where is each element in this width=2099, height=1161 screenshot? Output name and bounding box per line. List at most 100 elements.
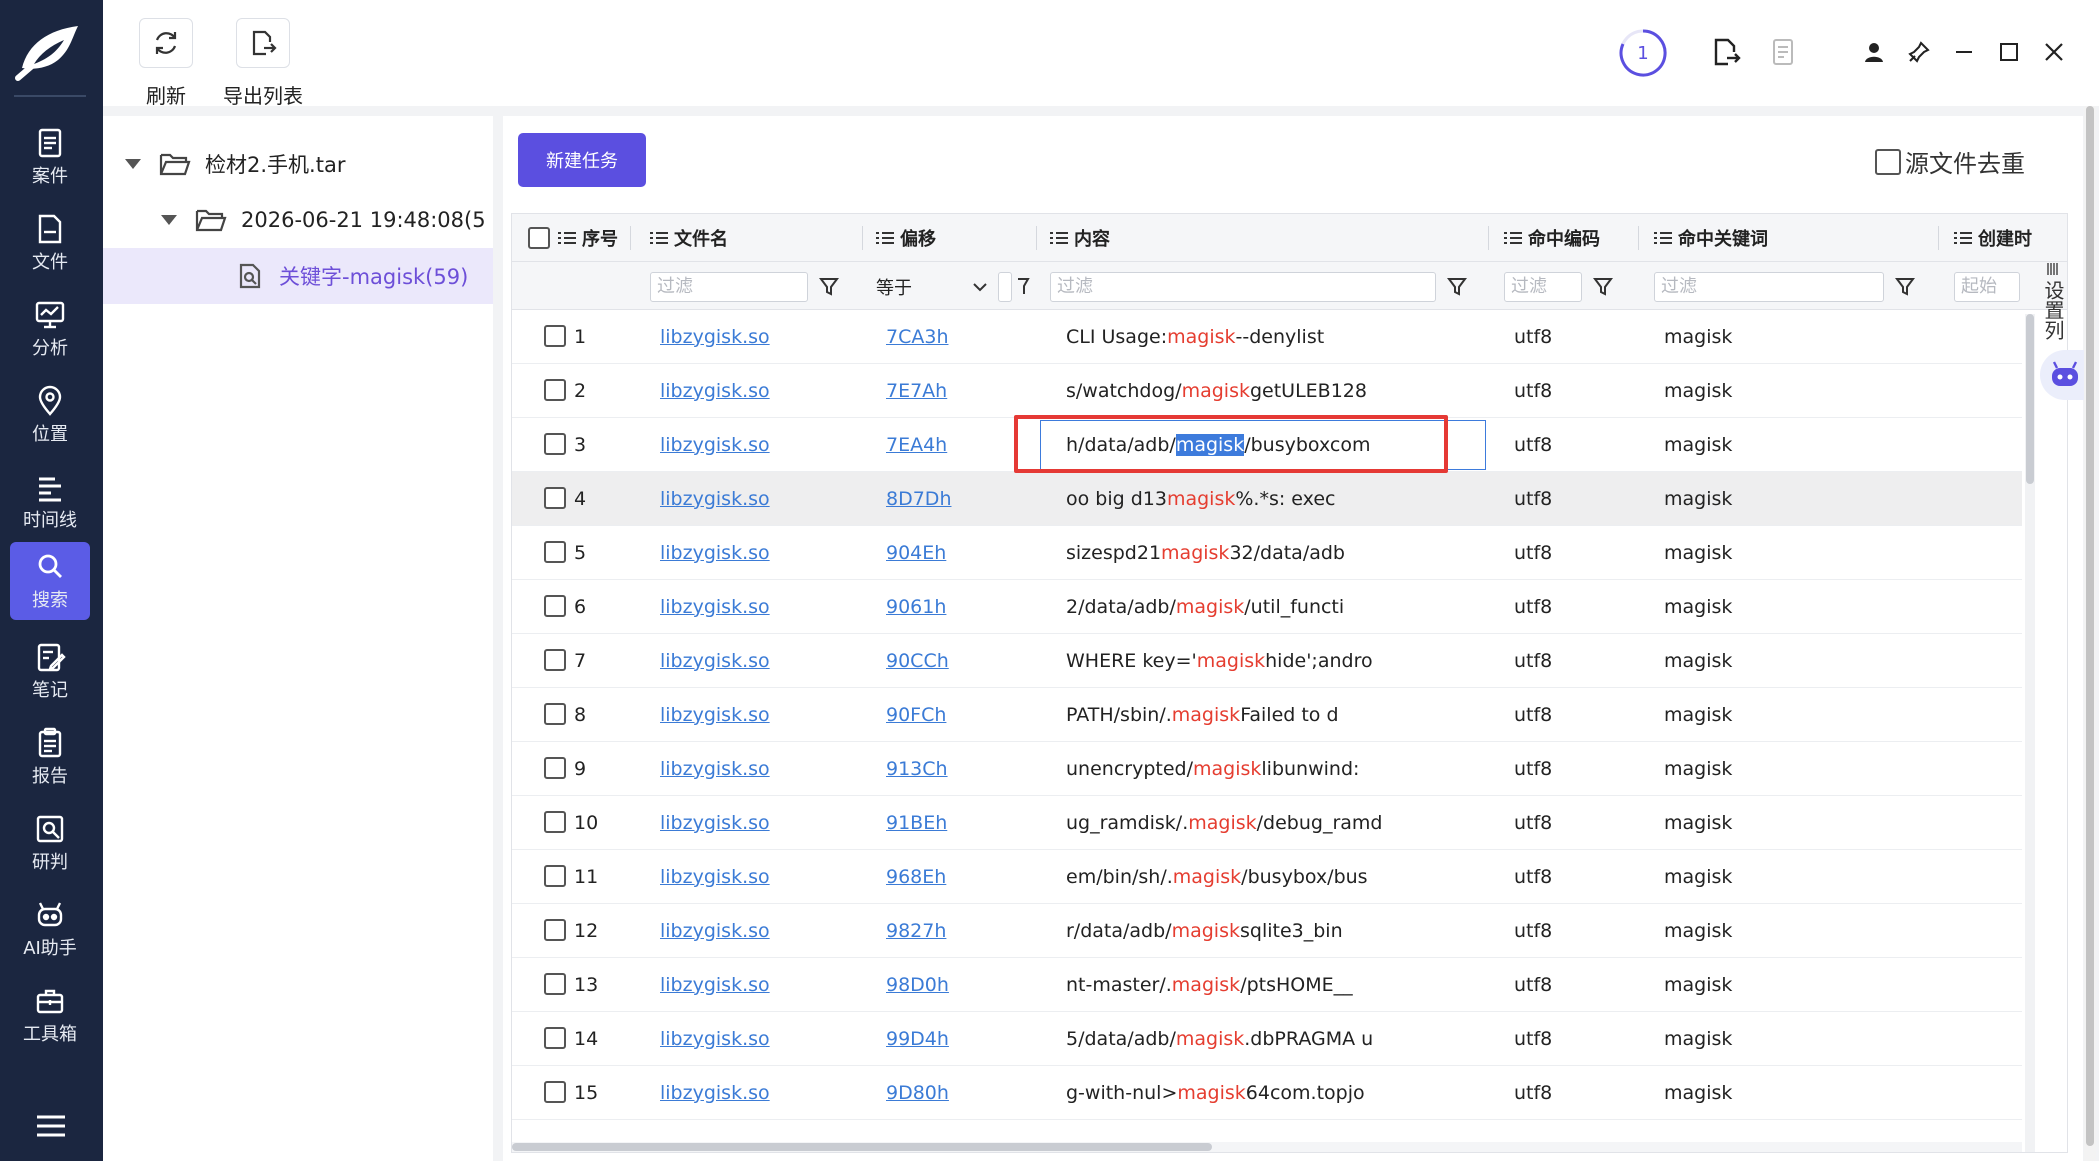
row-checkbox[interactable] [544,973,566,995]
column-header-filename[interactable]: 文件名 [650,214,850,262]
table-row[interactable]: 8 libzygisk.so 90FCh PATH/sbin/. magisk Faile… [512,688,2022,742]
filename-link[interactable]: libzygisk.so [660,1082,770,1104]
expand-caret-icon[interactable] [125,159,141,169]
encoding-filter-input[interactable]: 过滤 [1504,272,1582,302]
offset-link[interactable]: 90FCh [886,704,946,726]
nav-item-report[interactable]: 报告 [10,718,90,796]
column-header-encoding[interactable]: 命中编码 [1504,214,1644,262]
dedupe-checkbox[interactable] [1875,148,1901,175]
column-divider[interactable] [1938,226,1939,250]
column-header-keyword[interactable]: 命中关键词 [1654,214,1874,262]
offset-link[interactable]: 9827h [886,920,946,942]
row-checkbox[interactable] [544,379,566,401]
column-header-content[interactable]: 内容 [1050,214,1450,262]
vertical-scroll-thumb[interactable] [2026,314,2034,484]
row-content[interactable]: oo big d13 magisk %.*s: exec [1066,472,1476,525]
filter-funnel-icon[interactable] [1016,275,1030,297]
column-divider[interactable] [1036,226,1037,250]
new-task-button[interactable]: 新建任务 [518,133,646,187]
table-row[interactable]: 13 libzygisk.so 98D0h nt-master/. magisk/pts… [512,958,2022,1012]
nav-item-toolbox[interactable]: 工具箱 [10,976,90,1054]
row-content[interactable]: em/bin/sh/. magisk/busybox/bus [1066,850,1476,903]
row-content[interactable]: CLI Usage: magisk --denylist [1066,310,1476,363]
nav-item-case[interactable]: 案件 [10,118,90,196]
filename-link[interactable]: libzygisk.so [660,650,770,672]
row-content[interactable]: ug_ramdisk/. magisk/debug_ramd [1066,796,1476,849]
table-row[interactable]: 2 libzygisk.so 7E7Ah s/watchdog/magisk getUL… [512,364,2022,418]
row-checkbox[interactable] [544,811,566,833]
table-row[interactable]: 11 libzygisk.so 968Eh em/bin/sh/. magisk/bus… [512,850,2022,904]
column-divider[interactable] [1638,226,1639,250]
row-checkbox[interactable] [544,649,566,671]
table-row[interactable]: 15 libzygisk.so 9D80h g-with-nul> magisk 64co… [512,1066,2022,1120]
row-content[interactable]: 2/data/adb/magisk/util_functi [1066,580,1476,633]
offset-link[interactable]: 99D4h [886,1028,949,1050]
filename-link[interactable]: libzygisk.so [660,704,770,726]
nav-item-note[interactable]: 笔记 [10,632,90,710]
offset-link[interactable]: 7EA4h [886,434,947,456]
filename-link[interactable]: libzygisk.so [660,326,770,348]
content-filter-input[interactable]: 过滤 [1050,272,1436,302]
close-button[interactable] [2036,34,2072,70]
filename-link[interactable]: libzygisk.so [660,488,770,510]
column-header-created[interactable]: 创建时 [1954,214,2044,262]
filename-link[interactable]: libzygisk.so [660,380,770,402]
tree-node-root[interactable]: 检材2.手机.tar [103,136,493,192]
column-settings-button[interactable]: 设置列 [2038,262,2067,362]
table-row[interactable]: 4 libzygisk.so 8D7Dh oo big d13 magisk %.*s: … [512,472,2022,526]
table-row[interactable]: 7 libzygisk.so 90CCh WHERE key=' magisk hide'… [512,634,2022,688]
row-checkbox[interactable] [544,919,566,941]
offset-link[interactable]: 90CCh [886,650,949,672]
row-content[interactable]: PATH/sbin/. magisk Failed to d [1066,688,1476,741]
user-button[interactable] [1856,34,1892,70]
nav-item-location[interactable]: 位置 [10,376,90,454]
select-all-checkbox[interactable] [528,227,550,249]
table-row[interactable]: 1 libzygisk.so 7CA3h CLI Usage: magisk --de… [512,310,2022,364]
row-content[interactable]: s/watchdog/magisk getULEB128 [1066,364,1476,417]
offset-operator-select[interactable]: 等于 [876,272,988,302]
filename-link[interactable]: libzygisk.so [660,434,770,456]
column-header-offset[interactable]: 偏移 [876,214,1026,262]
row-content[interactable]: sizespd21 magisk 32/data/adb [1066,526,1476,579]
offset-link[interactable]: 904Eh [886,542,946,564]
export-list-button[interactable]: 导出列表 [223,18,303,109]
row-checkbox[interactable] [544,595,566,617]
row-checkbox[interactable] [544,703,566,725]
table-row[interactable]: 3 libzygisk.so 7EA4h h/data/adb/magisk/busy… [512,418,2022,472]
keyword-filter-input[interactable]: 过滤 [1654,272,1884,302]
filename-link[interactable]: libzygisk.so [660,542,770,564]
offset-link[interactable]: 9061h [886,596,946,618]
offset-link[interactable]: 98D0h [886,974,949,996]
offset-link[interactable]: 968Eh [886,866,946,888]
vertical-scrollbar[interactable] [2025,314,2035,1152]
filter-funnel-icon[interactable] [1894,275,1916,297]
row-content[interactable]: r/data/adb/magisk sqlite3_bin [1066,904,1476,957]
row-content[interactable]: WHERE key=' magisk hide';andro [1066,634,1476,687]
filter-funnel-icon[interactable] [818,275,840,297]
row-checkbox[interactable] [544,433,566,455]
column-divider[interactable] [862,226,863,250]
row-checkbox[interactable] [544,325,566,347]
row-checkbox[interactable] [544,757,566,779]
nav-item-file[interactable]: 文件 [10,204,90,282]
row-checkbox[interactable] [544,541,566,563]
column-header-index[interactable]: 序号 [558,214,648,262]
horizontal-scrollbar[interactable] [512,1142,2022,1152]
horizontal-scroll-thumb[interactable] [512,1143,1212,1151]
window-scrollbar[interactable] [2084,106,2096,1161]
offset-link[interactable]: 9D80h [886,1082,949,1104]
filename-filter-input[interactable]: 过滤 [650,272,808,302]
row-checkbox[interactable] [544,487,566,509]
export-task-button[interactable] [1708,34,1744,70]
filename-link[interactable]: libzygisk.so [660,920,770,942]
column-divider[interactable] [1488,226,1489,250]
offset-filter-input[interactable] [998,272,1012,302]
offset-link[interactable]: 913Ch [886,758,948,780]
row-checkbox[interactable] [544,1027,566,1049]
window-scroll-thumb[interactable] [2086,106,2094,1146]
table-row[interactable]: 9 libzygisk.so 913Ch unencrypted/magisk libu… [512,742,2022,796]
table-row[interactable]: 10 libzygisk.so 91BEh ug_ramdisk/. magisk/de… [512,796,2022,850]
row-content[interactable]: g-with-nul> magisk 64com.topjo [1066,1066,1476,1119]
filename-link[interactable]: libzygisk.so [660,866,770,888]
expand-caret-icon[interactable] [161,215,177,225]
